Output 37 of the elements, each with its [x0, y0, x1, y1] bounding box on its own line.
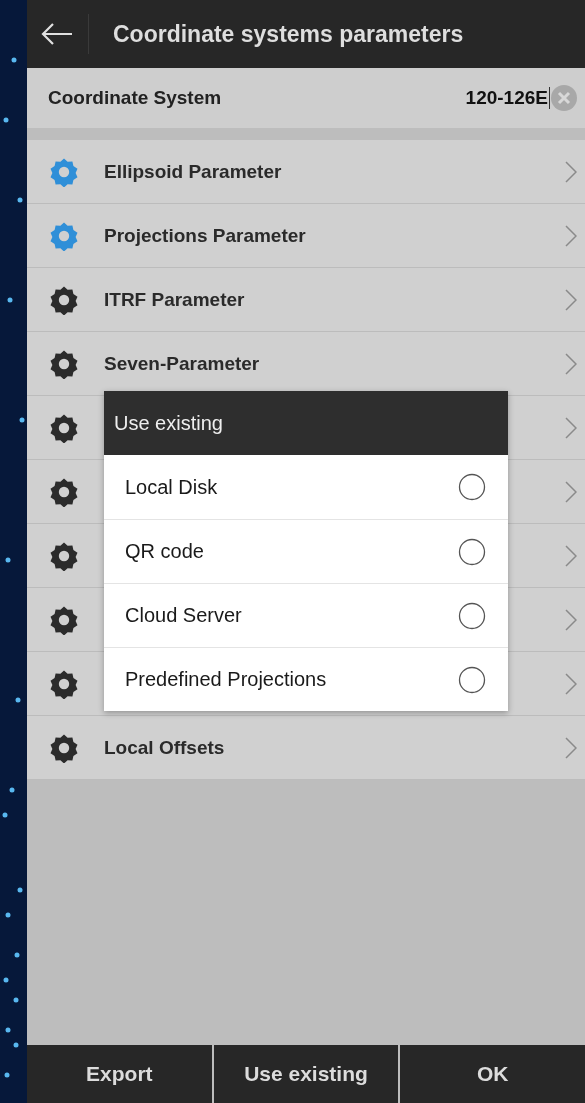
chevron-right-icon	[565, 224, 577, 247]
option-item[interactable]: Predefined Projections	[104, 647, 508, 711]
chevron-right-icon	[565, 416, 577, 439]
radio-button[interactable]	[458, 665, 486, 694]
parameter-row[interactable]: Local Offsets	[27, 716, 585, 780]
radio-button[interactable]	[458, 537, 486, 566]
chevron-right-icon	[565, 608, 577, 631]
parameter-row[interactable]: ITRF Parameter	[27, 268, 585, 332]
parameter-row[interactable]: Projections Parameter	[27, 204, 585, 268]
dialog-title: Use existing	[104, 391, 508, 455]
chevron-right-icon	[565, 544, 577, 567]
option-label: Predefined Projections	[125, 668, 327, 691]
option-item[interactable]: Cloud Server	[104, 583, 508, 647]
radio-button[interactable]	[458, 601, 486, 630]
back-arrow-icon	[41, 23, 73, 45]
parameter-label: Local Offsets	[104, 736, 225, 759]
parameter-row[interactable]: Ellipsoid Parameter	[27, 140, 585, 204]
parameter-label: ITRF Parameter	[104, 288, 245, 311]
option-label: QR code	[125, 540, 204, 563]
radio-button[interactable]	[458, 473, 486, 501]
option-item[interactable]: Local Disk	[104, 455, 508, 519]
field-label: Coordinate System	[48, 87, 223, 109]
option-label: Cloud Server	[125, 604, 242, 627]
chevron-right-icon	[565, 288, 577, 311]
parameter-label: Ellipsoid Parameter	[104, 160, 282, 183]
chevron-right-icon	[565, 160, 577, 183]
screen-title: Coordinate systems parameters	[113, 20, 464, 48]
coordinate-system-field[interactable]: 120-126E	[465, 87, 550, 109]
parameter-label: Seven-Parameter	[104, 352, 260, 375]
option-item[interactable]: QR code	[104, 519, 508, 583]
chevron-right-icon	[565, 352, 577, 375]
parameter-label: Projections Parameter	[104, 224, 306, 247]
option-label: Local Disk	[125, 475, 218, 499]
chevron-right-icon	[565, 672, 577, 695]
chevron-right-icon	[565, 736, 577, 759]
parameter-row[interactable]: Seven-Parameter	[27, 332, 585, 396]
chevron-right-icon	[565, 480, 577, 503]
